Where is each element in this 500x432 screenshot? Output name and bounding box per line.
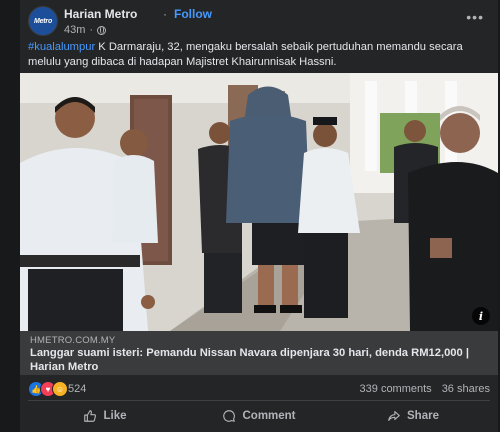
link-domain: HMETRO.COM.MY — [30, 335, 116, 346]
post-actions: Like Comment Share — [28, 403, 490, 429]
link-preview[interactable]: HMETRO.COM.MY Langgar suami isteri: Pema… — [20, 331, 498, 375]
like-button[interactable]: Like — [28, 403, 182, 429]
post-card: Metro Harian Metro · Follow 43m · ••• #k… — [20, 0, 498, 432]
share-icon — [388, 411, 400, 421]
haha-reaction-icon: ☺ — [52, 381, 68, 397]
post-header: Metro Harian Metro · Follow 43m · ••• — [28, 3, 490, 37]
more-options-icon[interactable]: ••• — [466, 9, 484, 25]
page-name[interactable]: Harian Metro — [64, 7, 137, 21]
hashtag-link[interactable]: #kualalumpur — [28, 41, 95, 53]
engagement-stats: 👍 ♥ ☺ 524 339 comments 36 shares — [28, 380, 490, 398]
info-icon[interactable]: i — [472, 307, 490, 325]
separator-dot: · — [163, 7, 167, 21]
reaction-count[interactable]: 524 — [68, 383, 86, 395]
globe-icon — [97, 25, 107, 35]
post-time[interactable]: 43m — [64, 24, 85, 36]
comment-button[interactable]: Comment — [182, 403, 336, 429]
action-divider — [28, 400, 490, 401]
share-count[interactable]: 36 shares — [442, 383, 490, 395]
follow-button[interactable]: Follow — [174, 7, 212, 21]
share-button[interactable]: Share — [336, 403, 490, 429]
post-caption: #kualalumpur K Darmaraju, 32, mengaku be… — [28, 40, 490, 70]
court-escort-photo — [20, 73, 498, 331]
link-title[interactable]: Langgar suami isteri: Pemandu Nissan Nav… — [30, 346, 490, 374]
comment-icon — [223, 410, 236, 422]
reaction-icons[interactable]: 👍 ♥ ☺ — [28, 381, 68, 397]
post-meta: 43m · — [64, 24, 107, 36]
comment-count[interactable]: 339 comments — [360, 383, 432, 395]
thumbs-up-icon — [84, 410, 97, 422]
comment-label: Comment — [242, 410, 296, 422]
share-label: Share — [407, 410, 439, 422]
post-image[interactable]: i — [20, 73, 498, 331]
like-label: Like — [103, 410, 127, 422]
page-avatar[interactable]: Metro — [28, 6, 58, 36]
